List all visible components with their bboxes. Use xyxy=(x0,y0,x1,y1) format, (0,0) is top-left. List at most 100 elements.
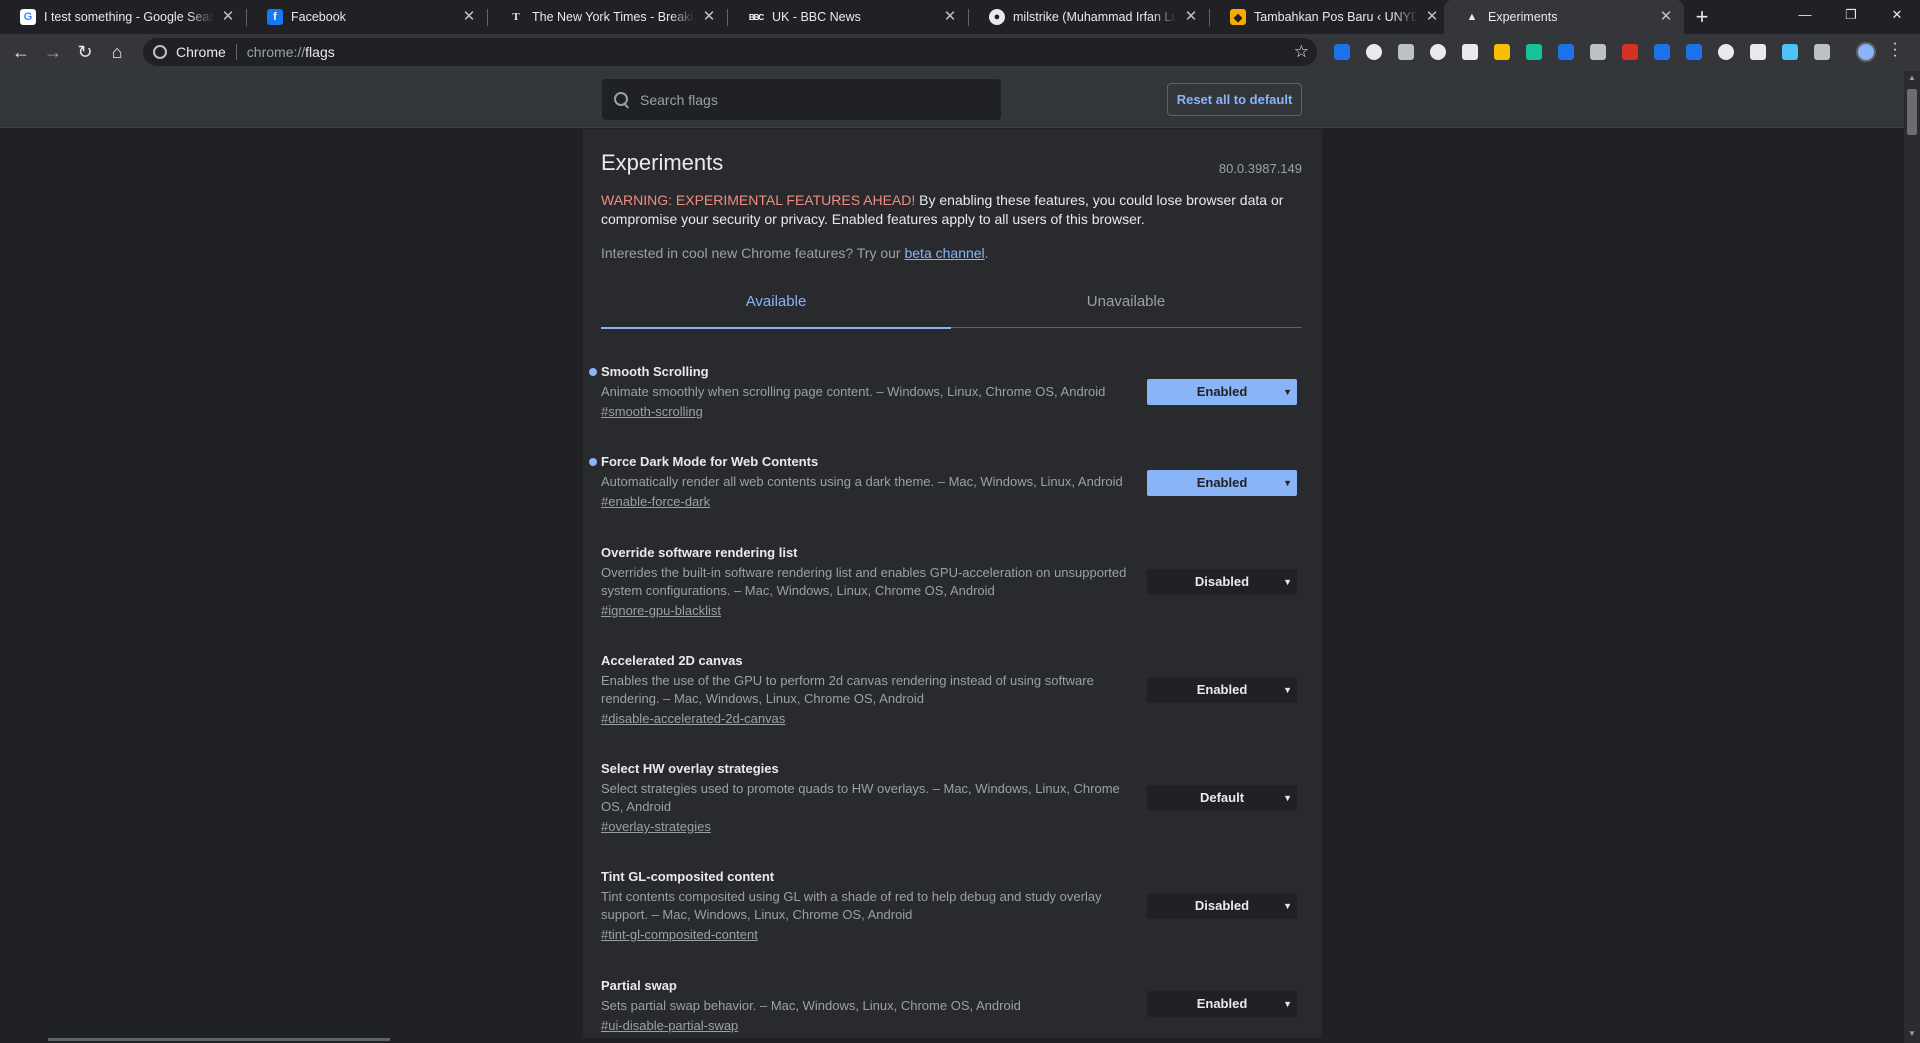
minimize-button[interactable]: — xyxy=(1782,0,1828,30)
flag-select-value: Enabled xyxy=(1196,996,1248,1011)
scrollbar-thumb[interactable] xyxy=(1907,89,1917,135)
tab-github[interactable]: ● milstrike (Muhammad Irfan Luthf ✕ xyxy=(969,0,1209,34)
chart-extension-icon[interactable] xyxy=(1494,44,1510,60)
adblock-extension-icon[interactable] xyxy=(1622,44,1638,60)
close-window-button[interactable]: ✕ xyxy=(1874,0,1920,30)
flag-name: Tint GL-composited content xyxy=(601,869,775,884)
spy-extension-icon[interactable] xyxy=(1718,44,1734,60)
close-icon[interactable]: ✕ xyxy=(220,9,236,25)
reload-button[interactable]: ↻ xyxy=(73,40,97,64)
horizontal-scrollbar-thumb[interactable] xyxy=(48,1038,390,1041)
search-input[interactable] xyxy=(640,91,990,108)
flag-select[interactable]: Enabled ▼ xyxy=(1147,379,1297,405)
horizontal-scrollbar[interactable] xyxy=(0,1038,1904,1043)
flag-link[interactable]: #overlay-strategies xyxy=(601,819,1302,835)
new-badge-extension-icon[interactable] xyxy=(1334,44,1350,60)
tab-available[interactable]: Available xyxy=(601,284,951,329)
tab-google-search[interactable]: G I test something - Google Search ✕ xyxy=(0,0,246,34)
facebook-icon: f xyxy=(267,9,283,25)
flag-description: Overrides the built-in software renderin… xyxy=(601,565,1127,598)
dropdown-arrow-icon: ▼ xyxy=(1283,793,1292,803)
version-label: 80.0.3987.149 xyxy=(1218,161,1302,176)
flag-description: Enables the use of the GPU to perform 2d… xyxy=(601,673,1094,706)
close-icon[interactable]: ✕ xyxy=(1658,9,1674,25)
address-bar[interactable]: Chrome chrome:// flags ☆ xyxy=(143,38,1317,66)
flag-select-value: Enabled xyxy=(1196,475,1248,490)
flag-name: Smooth Scrolling xyxy=(601,364,709,379)
back-button[interactable]: ← xyxy=(9,40,33,64)
scroll-up-icon[interactable]: ▲ xyxy=(1904,73,1920,82)
flag-select[interactable]: Enabled ▼ xyxy=(1147,991,1297,1017)
search-icon xyxy=(614,91,630,108)
bbc-icon: BBC xyxy=(748,12,764,22)
beta-channel-note: Interested in cool new Chrome features? … xyxy=(601,245,989,261)
notes-extension-icon[interactable] xyxy=(1462,44,1478,60)
tab-experiments[interactable]: ▲ Experiments ✕ xyxy=(1444,0,1684,34)
flag-link[interactable]: #tint-gl-composited-content xyxy=(601,927,1302,943)
flag-name: Accelerated 2D canvas xyxy=(601,653,743,668)
flag-link[interactable]: #ui-disable-partial-swap xyxy=(601,1018,1302,1034)
flag-select-value: Default xyxy=(1199,790,1245,805)
flag-select[interactable]: Default ▼ xyxy=(1147,785,1297,811)
grammarly-extension-icon[interactable] xyxy=(1526,44,1542,60)
reset-all-button[interactable]: Reset all to default xyxy=(1167,83,1302,116)
flag-select[interactable]: Disabled ▼ xyxy=(1147,569,1297,595)
menu-icon[interactable]: · · · xyxy=(1890,36,1900,64)
line-extension-icon[interactable] xyxy=(1590,44,1606,60)
flag-select[interactable]: Enabled ▼ xyxy=(1147,677,1297,703)
close-icon[interactable]: ✕ xyxy=(701,9,717,25)
o-extension-icon[interactable] xyxy=(1430,44,1446,60)
tab-facebook[interactable]: f Facebook ✕ xyxy=(247,0,487,34)
flag-select[interactable]: Disabled ▼ xyxy=(1147,893,1297,919)
tab-nytimes[interactable]: T The New York Times - Breaking N ✕ xyxy=(488,0,727,34)
audio-extension-icon[interactable] xyxy=(1814,44,1830,60)
flag-description: Automatically render all web contents us… xyxy=(601,474,1123,489)
close-icon[interactable]: ✕ xyxy=(1424,9,1440,25)
tab-bbc-news[interactable]: BBC UK - BBC News ✕ xyxy=(728,0,968,34)
tab-unavailable[interactable]: Unavailable xyxy=(951,284,1301,328)
google-icon: G xyxy=(20,9,36,25)
flag-link[interactable]: #smooth-scrolling xyxy=(601,404,1302,420)
chrome-icon xyxy=(153,45,167,59)
search-box[interactable] xyxy=(602,79,1001,120)
bookmark-star-icon[interactable]: ☆ xyxy=(1294,42,1309,62)
flag-name: Select HW overlay strategies xyxy=(601,761,779,776)
skype-extension-icon[interactable] xyxy=(1398,44,1414,60)
flag-link[interactable]: #enable-force-dark xyxy=(601,494,1302,510)
flag-name: Override software rendering list xyxy=(601,545,798,560)
scroll-down-icon[interactable]: ▼ xyxy=(1904,1029,1920,1038)
modified-indicator xyxy=(589,368,597,376)
flag-select[interactable]: Enabled ▼ xyxy=(1147,470,1297,496)
close-icon[interactable]: ✕ xyxy=(942,9,958,25)
tab-title: I test something - Google Search xyxy=(44,10,214,24)
flag-tint-gl-composited: Tint GL-composited content Tint contents… xyxy=(601,869,1302,943)
dropdown-arrow-icon: ▼ xyxy=(1283,387,1292,397)
tab-title: UK - BBC News xyxy=(772,10,861,24)
vertical-scrollbar[interactable]: ▲ ▼ xyxy=(1904,71,1920,1043)
flag-link[interactable]: #disable-accelerated-2d-canvas xyxy=(601,711,1302,727)
restore-button[interactable]: ❐ xyxy=(1828,0,1874,30)
browser-toolbar: ← → ↻ ⌂ Chrome chrome:// flags ☆ · · · xyxy=(0,34,1920,71)
download-extension-icon[interactable] xyxy=(1686,44,1702,60)
circle-extension-icon[interactable] xyxy=(1366,44,1382,60)
close-icon[interactable]: ✕ xyxy=(1183,9,1199,25)
experiments-icon: ▲ xyxy=(1466,11,1478,23)
dropdown-arrow-icon: ▼ xyxy=(1283,685,1292,695)
puzzle-extension-icon[interactable] xyxy=(1750,44,1766,60)
dropdown-arrow-icon: ▼ xyxy=(1283,577,1292,587)
screenshot-extension-icon[interactable] xyxy=(1782,44,1798,60)
tab-title: Facebook xyxy=(291,10,346,24)
shield-extension-icon[interactable] xyxy=(1654,44,1670,60)
new-tab-button[interactable]: + xyxy=(1688,4,1716,30)
close-icon[interactable]: ✕ xyxy=(461,9,477,25)
profile-avatar[interactable] xyxy=(1856,42,1876,62)
flag-partial-swap: Partial swap Sets partial swap behavior.… xyxy=(601,978,1302,1034)
tab-unydev[interactable]: ◆ Tambahkan Pos Baru ‹ UNYDevel ✕ xyxy=(1210,0,1450,34)
home-button[interactable]: ⌂ xyxy=(105,40,129,64)
forward-button[interactable]: → xyxy=(41,40,65,64)
beta-channel-link[interactable]: beta channel xyxy=(904,245,984,261)
k-extension-icon[interactable] xyxy=(1558,44,1574,60)
flag-link[interactable]: #ignore-gpu-blacklist xyxy=(601,603,1302,619)
url-path: flags xyxy=(305,44,335,60)
nytimes-icon: T xyxy=(512,11,520,23)
